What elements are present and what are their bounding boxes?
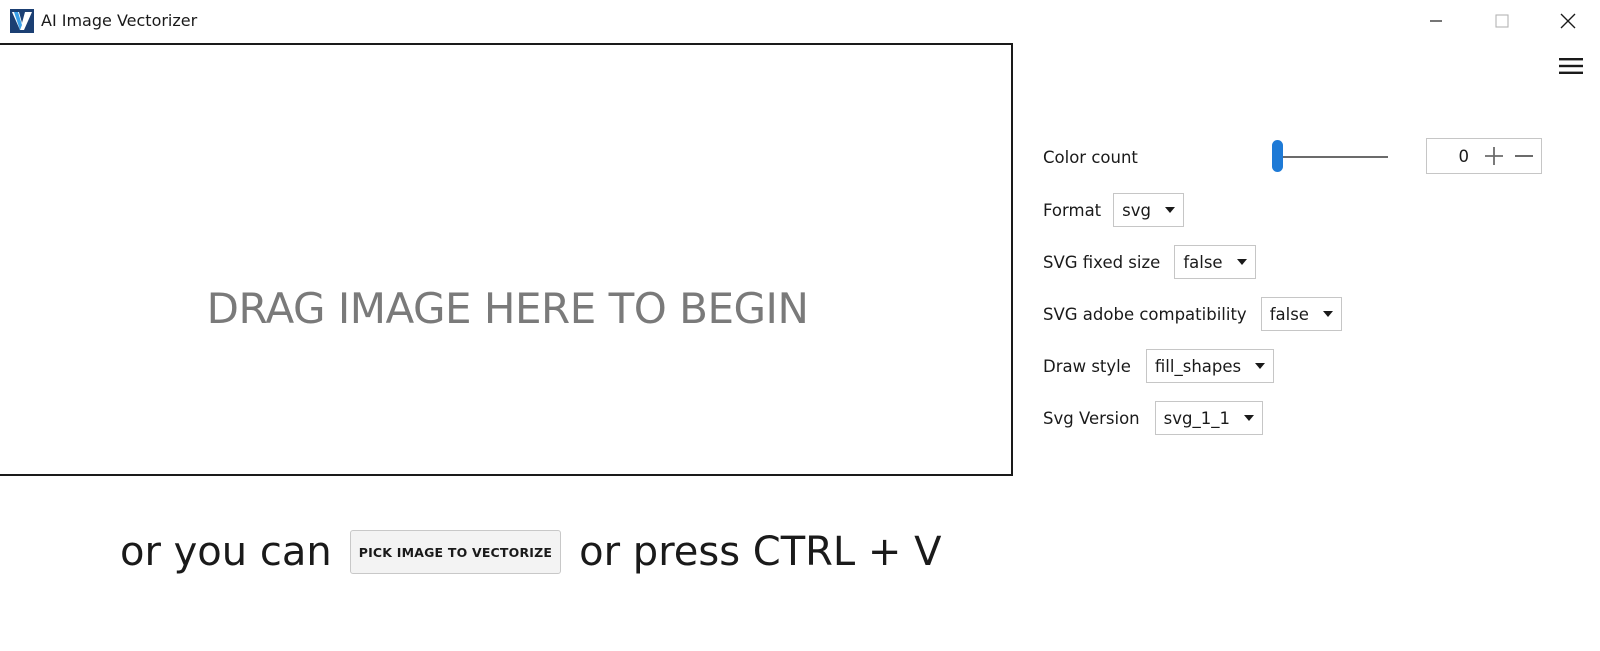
svg-version-dropdown[interactable]: svg_1_1 [1154,401,1263,435]
close-button[interactable] [1536,0,1600,42]
setting-draw-style: Draw style fill_shapes [1043,346,1275,386]
draw-style-value: fill_shapes [1154,356,1242,376]
svg-fixed-size-value: false [1183,252,1223,272]
color-count-slider-track[interactable] [1280,156,1388,158]
menu-button[interactable] [1556,52,1586,80]
svg-version-value: svg_1_1 [1163,408,1230,428]
maximize-button[interactable] [1470,0,1534,42]
pick-suffix-text: or press CTRL + V [579,529,942,575]
format-value: svg [1122,200,1151,220]
pick-prefix-text: or you can [120,529,332,575]
svg-adobe-compat-value: false [1269,304,1309,324]
hamburger-menu-icon [1559,58,1583,74]
app-logo-icon [10,9,34,33]
setting-format: Format svg [1043,190,1184,230]
increment-button[interactable] [1479,141,1509,171]
format-label: Format [1043,200,1102,220]
svg-adobe-compat-label: SVG adobe compatibility [1043,304,1247,324]
title-bar: AI Image Vectorizer [0,0,1600,42]
color-count-number-box: 0 [1426,138,1542,174]
minimize-button[interactable] [1404,0,1468,42]
setting-svg-version: Svg Version svg_1_1 [1043,398,1263,438]
pick-image-row: or you can PICK IMAGE TO VECTORIZE or pr… [120,522,942,582]
setting-svg-adobe-compatibility: SVG adobe compatibility false [1043,294,1342,334]
draw-style-dropdown[interactable]: fill_shapes [1145,349,1275,383]
color-count-slider-thumb[interactable] [1272,140,1283,172]
draw-style-label: Draw style [1043,356,1131,376]
color-count-value[interactable]: 0 [1427,147,1470,166]
close-icon [1560,13,1576,29]
window-title: AI Image Vectorizer [41,11,198,30]
maximize-icon [1495,14,1509,28]
drop-zone-hint: DRAG IMAGE HERE TO BEGIN [206,284,809,333]
minus-icon [1515,155,1533,157]
svg-fixed-size-dropdown[interactable]: false [1174,245,1256,279]
plus-icon [1485,147,1503,165]
setting-svg-fixed-size: SVG fixed size false [1043,242,1256,282]
chevron-down-icon [1322,311,1333,317]
pick-image-button[interactable]: PICK IMAGE TO VECTORIZE [349,530,562,574]
chevron-down-icon [1236,259,1247,265]
chevron-down-icon [1165,207,1175,213]
minimize-icon [1430,20,1442,22]
format-dropdown[interactable]: svg [1113,193,1184,227]
decrement-button[interactable] [1509,141,1539,171]
setting-color-count: Color count 0 [1043,134,1563,180]
color-count-label: Color count [1043,147,1138,167]
svg-adobe-compat-dropdown[interactable]: false [1260,297,1342,331]
svg-version-label: Svg Version [1043,408,1140,428]
chevron-down-icon [1243,415,1254,421]
image-drop-zone[interactable]: DRAG IMAGE HERE TO BEGIN [0,43,1013,476]
chevron-down-icon [1255,363,1266,369]
svg-fixed-size-label: SVG fixed size [1043,252,1161,272]
